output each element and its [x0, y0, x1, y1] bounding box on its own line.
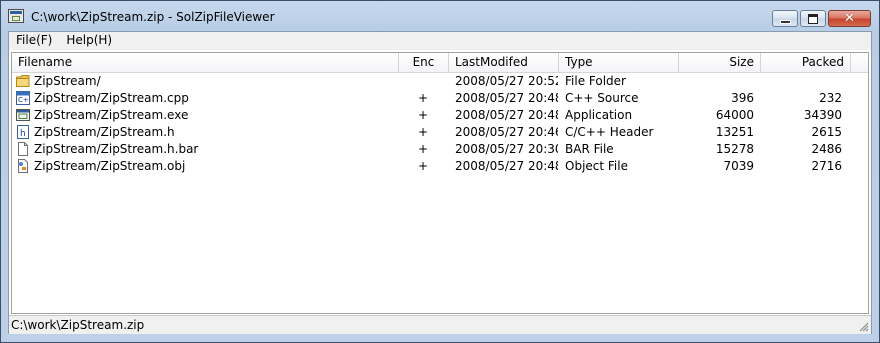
row-size: 13251: [715, 125, 754, 139]
menu-bar: File(F) Help(H): [9, 32, 871, 50]
row-type: C++ Source: [565, 91, 639, 105]
file-list[interactable]: Filename Enc LastModifed Type Size Packe…: [11, 52, 869, 314]
menu-file[interactable]: File(F): [9, 32, 59, 50]
row-enc: +: [417, 91, 429, 105]
row-type: C/C++ Header: [565, 125, 654, 139]
row-type: File Folder: [565, 74, 626, 88]
row-filename: ZipStream/ZipStream.exe: [34, 108, 189, 122]
row-size: 396: [731, 91, 754, 105]
title-bar[interactable]: C:\work\ZipStream.zip - SolZipFileViewer…: [1, 1, 879, 31]
row-size: 7039: [723, 159, 754, 173]
row-type: BAR File: [565, 142, 614, 156]
minimize-button[interactable]: [772, 10, 798, 27]
row-lastmodified: 2008/05/27 20:30: [455, 142, 558, 156]
row-packed: 2486: [811, 142, 842, 156]
row-lastmodified: 2008/05/27 20:48: [455, 108, 558, 122]
maximize-button[interactable]: [800, 10, 826, 27]
row-lastmodified: 2008/05/27 20:52: [455, 74, 558, 88]
row-enc: +: [417, 159, 429, 173]
app-icon[interactable]: [8, 9, 24, 23]
column-header-size[interactable]: Size: [679, 53, 761, 72]
column-header-enc[interactable]: Enc: [399, 53, 449, 72]
row-packed: [760, 73, 848, 90]
app-window: C:\work\ZipStream.zip - SolZipFileViewer…: [0, 0, 880, 343]
row-packed: 2716: [811, 159, 842, 173]
status-text: C:\work\ZipStream.zip: [11, 318, 145, 332]
list-row[interactable]: ZipStream/ZipStream.exe + 2008/05/27 20:…: [12, 107, 868, 124]
column-header-lastmodified[interactable]: LastModifed: [449, 53, 559, 72]
client-area: File(F) Help(H) Filename Enc LastModifed…: [8, 31, 872, 334]
row-size: 64000: [715, 108, 754, 122]
row-packed: 34390: [803, 108, 842, 122]
close-icon: ✕: [844, 11, 855, 26]
row-enc: +: [417, 142, 429, 156]
close-button[interactable]: ✕: [828, 10, 871, 27]
row-packed: 232: [819, 91, 842, 105]
row-packed: 2615: [811, 125, 842, 139]
list-row[interactable]: ZipStream/ZipStream.obj + 2008/05/27 20:…: [12, 158, 868, 175]
row-filename: ZipStream/ZipStream.h.bar: [34, 142, 199, 156]
menu-help[interactable]: Help(H): [59, 32, 119, 50]
list-rows: ZipStream/ 2008/05/27 20:52 File Folder …: [12, 73, 868, 175]
row-lastmodified: 2008/05/27 20:46: [455, 125, 558, 139]
list-row[interactable]: ZipStream/ZipStream.h.bar + 2008/05/27 2…: [12, 141, 868, 158]
column-header-type[interactable]: Type: [559, 53, 679, 72]
row-enc: +: [417, 125, 429, 139]
window-title: C:\work\ZipStream.zip - SolZipFileViewer: [31, 10, 275, 24]
row-filename: ZipStream/ZipStream.cpp: [34, 91, 189, 105]
row-size: 15278: [715, 142, 754, 156]
minimize-icon: [779, 19, 791, 24]
row-type: Object File: [565, 159, 628, 173]
list-row[interactable]: C++ ZipStream/ZipStream.cpp + 2008/05/27…: [12, 90, 868, 107]
resize-grip-icon[interactable]: [857, 320, 869, 332]
list-row[interactable]: ZipStream/ 2008/05/27 20:52 File Folder: [12, 73, 868, 90]
maximize-icon: [808, 13, 818, 24]
row-enc: [398, 73, 448, 90]
caption-buttons: ✕: [772, 10, 871, 27]
row-filename: ZipStream/ZipStream.h: [34, 125, 175, 139]
row-filename: ZipStream/: [34, 74, 101, 88]
row-lastmodified: 2008/05/27 20:48: [455, 91, 558, 105]
column-header-packed[interactable]: Packed: [761, 53, 851, 72]
row-size: [678, 73, 760, 90]
row-enc: +: [417, 108, 429, 122]
status-bar: C:\work\ZipStream.zip: [9, 315, 871, 334]
row-filename: ZipStream/ZipStream.obj: [34, 159, 186, 173]
list-header: Filename Enc LastModifed Type Size Packe…: [12, 53, 868, 73]
row-lastmodified: 2008/05/27 20:48: [455, 159, 558, 173]
row-type: Application: [565, 108, 633, 122]
column-header-filename[interactable]: Filename: [12, 53, 399, 72]
list-row[interactable]: h ZipStream/ZipStream.h + 2008/05/27 20:…: [12, 124, 868, 141]
